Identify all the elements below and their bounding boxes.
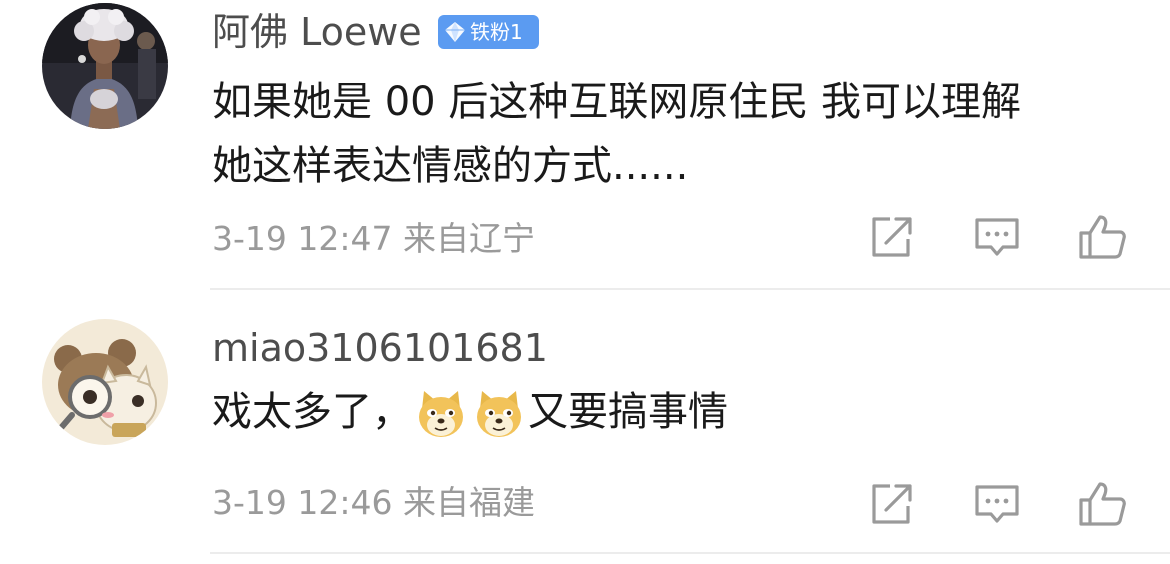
comment-text-part: 又要搞事情 [528, 389, 728, 435]
like-icon[interactable] [1078, 480, 1126, 528]
username[interactable]: miao3106101681 [212, 326, 548, 370]
username[interactable]: 阿佛 Loewe [212, 10, 422, 54]
comment-location: 来自福建 [403, 483, 535, 522]
comment-text-part: 戏太多了， [212, 389, 412, 435]
comment-icon[interactable] [973, 213, 1021, 261]
doge-emoji-icon [419, 391, 463, 437]
comment-actions [868, 480, 1126, 528]
share-icon[interactable] [868, 480, 916, 528]
comment-item: miao3106101681 戏太多了， 又要搞事情 3-19 12:46 来自… [0, 290, 1170, 554]
person-photo-avatar-icon [42, 3, 168, 129]
like-icon[interactable] [1078, 213, 1126, 261]
fan-badge[interactable]: 铁粉1 [438, 15, 539, 49]
comment-date: 3-19 12:47 [212, 219, 393, 258]
comment-location: 来自辽宁 [403, 219, 535, 258]
comment-text: 戏太多了， 又要搞事情 [212, 380, 1132, 444]
comment-date: 3-19 12:46 [212, 483, 393, 522]
cartoon-cat-avatar-icon [42, 319, 168, 445]
comment-item: 阿佛 Loewe 铁粉1 如果她是 00 后这种互联网原住民 我可以理解 她这样… [0, 0, 1170, 290]
comment-meta: 3-19 12:46 来自福建 [212, 483, 535, 523]
diamond-icon [445, 22, 465, 42]
comment-actions [868, 213, 1126, 261]
comment-text-line: 如果她是 00 后这种互联网原住民 我可以理解 [212, 79, 1022, 125]
divider [210, 552, 1170, 554]
doge-emoji-icon [477, 391, 521, 437]
share-icon[interactable] [868, 213, 916, 261]
comment-meta: 3-19 12:47 来自辽宁 [212, 219, 535, 259]
avatar[interactable] [42, 3, 168, 129]
comment-text-line: 她这样表达情感的方式...... [212, 143, 689, 189]
comment-text: 如果她是 00 后这种互联网原住民 我可以理解 她这样表达情感的方式...... [212, 70, 1132, 198]
avatar[interactable] [42, 319, 168, 445]
comment-icon[interactable] [973, 480, 1021, 528]
badge-label: 铁粉1 [470, 20, 523, 44]
